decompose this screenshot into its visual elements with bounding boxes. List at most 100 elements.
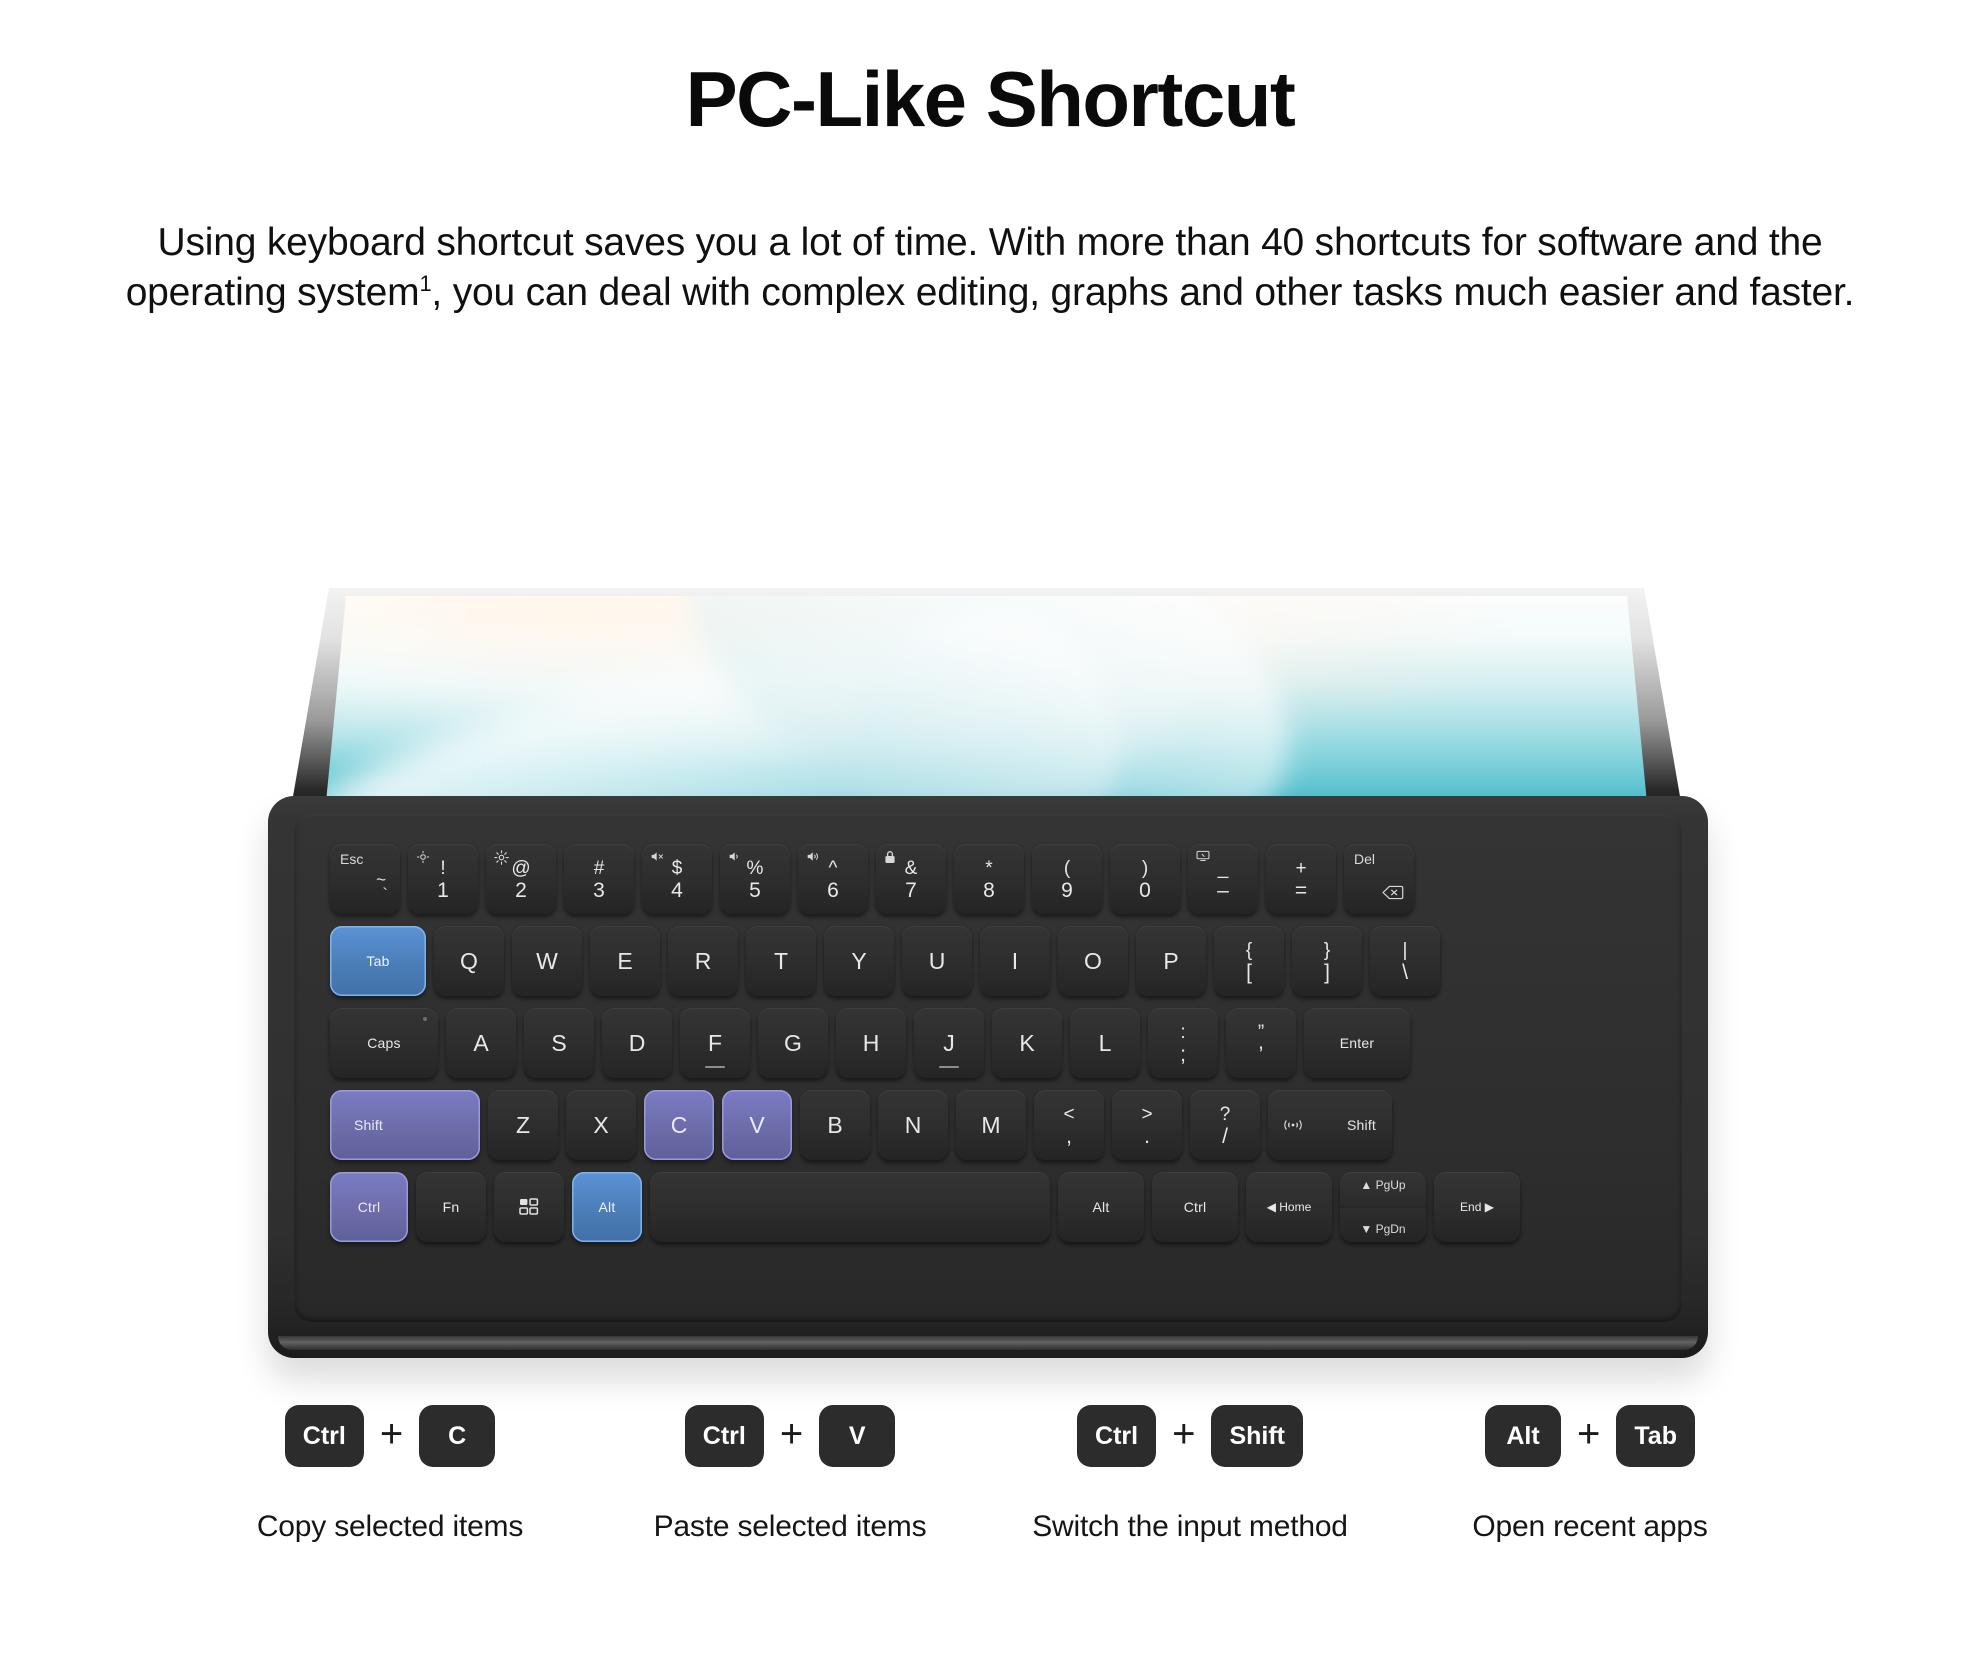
- key-w[interactable]: W: [512, 926, 582, 996]
- key-caps-lock[interactable]: Caps: [330, 1008, 438, 1078]
- legend-key-ctrl-copy[interactable]: Ctrl: [284, 1405, 364, 1467]
- key-2[interactable]: @ 2: [486, 844, 556, 914]
- keyboard-row-home: Caps A S D F G H J K L: ; ” ’ Enter: [330, 1008, 1410, 1078]
- keyboard-row-function: Esc ~ ` ! 1 @ 2 # 3 $ 4 % 5 ^ 6 & 7 * 8 …: [330, 844, 1414, 914]
- key-fn[interactable]: Fn: [416, 1172, 486, 1242]
- key-8[interactable]: * 8: [954, 844, 1024, 914]
- key-space[interactable]: [650, 1172, 1050, 1242]
- key-t-label: T: [773, 947, 789, 974]
- keyboard-deck: Esc ~ ` ! 1 @ 2 # 3 $ 4 % 5 ^ 6 & 7 * 8 …: [294, 814, 1682, 1322]
- legend-key-v[interactable]: V: [819, 1405, 896, 1467]
- key-minus[interactable]: _ –: [1188, 844, 1258, 914]
- key-v[interactable]: V: [722, 1090, 792, 1160]
- key-q[interactable]: Q: [434, 926, 504, 996]
- legend-combo-recent-apps: Alt + Tab: [1485, 1398, 1695, 1474]
- key-4[interactable]: $ 4: [642, 844, 712, 914]
- key-v-label: V: [749, 1111, 765, 1138]
- plus-icon: +: [1172, 1412, 1196, 1456]
- key-apps[interactable]: [494, 1172, 564, 1242]
- key-n[interactable]: N: [878, 1090, 948, 1160]
- key-p[interactable]: P: [1136, 926, 1206, 996]
- app-grid-icon: [518, 1196, 540, 1218]
- key-bracket-right[interactable]: } ]: [1292, 926, 1362, 996]
- key-period[interactable]: > .: [1112, 1090, 1182, 1160]
- key-t[interactable]: T: [746, 926, 816, 996]
- key-g[interactable]: G: [758, 1008, 828, 1078]
- legend-key-shift[interactable]: Shift: [1211, 1405, 1303, 1467]
- key-f[interactable]: F: [680, 1008, 750, 1078]
- key-page-up-down[interactable]: ▲ PgUp ▼ PgDn: [1340, 1172, 1426, 1242]
- key-alt-left[interactable]: Alt: [572, 1172, 642, 1242]
- key-7[interactable]: & 7: [876, 844, 946, 914]
- key-r[interactable]: R: [668, 926, 738, 996]
- key-ctrl-right[interactable]: Ctrl: [1152, 1172, 1238, 1242]
- legend-key-ctrl-paste[interactable]: Ctrl: [684, 1405, 764, 1467]
- key-5[interactable]: % 5: [720, 844, 790, 914]
- key-equal[interactable]: + =: [1266, 844, 1336, 914]
- legend-key-tab[interactable]: Tab: [1616, 1405, 1695, 1467]
- key-slash-shift: ?: [1219, 1103, 1231, 1125]
- key-a-label: A: [473, 1029, 489, 1056]
- key-semicolon[interactable]: : ;: [1148, 1008, 1218, 1078]
- key-y[interactable]: Y: [824, 926, 894, 996]
- key-esc[interactable]: Esc ~ `: [330, 844, 400, 914]
- key-3[interactable]: # 3: [564, 844, 634, 914]
- key-alt-right[interactable]: Alt: [1058, 1172, 1144, 1242]
- key-o[interactable]: O: [1058, 926, 1128, 996]
- key-z[interactable]: Z: [488, 1090, 558, 1160]
- key-x[interactable]: X: [566, 1090, 636, 1160]
- key-u[interactable]: U: [902, 926, 972, 996]
- key-e[interactable]: E: [590, 926, 660, 996]
- key-k-label: K: [1019, 1029, 1035, 1056]
- key-6[interactable]: ^ 6: [798, 844, 868, 914]
- key-k[interactable]: K: [992, 1008, 1062, 1078]
- key-b[interactable]: B: [800, 1090, 870, 1160]
- key-end-label: End ▶: [1460, 1200, 1494, 1214]
- keyboard-row-modifier: Ctrl Fn Alt Alt Ctrl ◀ Home ▲ PgUp ▼ PgD…: [330, 1172, 1520, 1242]
- key-quote[interactable]: ” ’: [1226, 1008, 1296, 1078]
- key-tab-label: Tab: [366, 953, 390, 969]
- shortcut-legend: Ctrl + C Copy selected items Ctrl + V Pa…: [0, 1398, 1980, 1544]
- legend-combo-paste: Ctrl + V: [684, 1398, 896, 1474]
- key-0-base: 0: [1139, 878, 1151, 902]
- key-page-up-label: ▲ PgUp: [1360, 1178, 1406, 1192]
- key-7-base: 7: [905, 878, 917, 902]
- key-end[interactable]: End ▶: [1434, 1172, 1520, 1242]
- keyboard-row-qwerty: Tab Q W E R T Y U I O P { [}] | \: [330, 926, 1440, 996]
- key-a[interactable]: A: [446, 1008, 516, 1078]
- key-fn-label: Fn: [442, 1199, 460, 1215]
- key-enter[interactable]: Enter: [1304, 1008, 1410, 1078]
- key-0[interactable]: ) 0: [1110, 844, 1180, 914]
- key-backspace[interactable]: Del: [1344, 844, 1414, 914]
- key-ctrl-right-label: Ctrl: [1183, 1199, 1207, 1215]
- key-c[interactable]: C: [644, 1090, 714, 1160]
- key-comma[interactable]: < ,: [1034, 1090, 1104, 1160]
- legend-key-alt[interactable]: Alt: [1485, 1405, 1562, 1467]
- key-bracket-right-base: ]: [1324, 960, 1330, 984]
- key-backslash[interactable]: | \: [1370, 926, 1440, 996]
- key-y-label: Y: [851, 947, 867, 974]
- key-tab[interactable]: Tab: [330, 926, 426, 996]
- key-d[interactable]: D: [602, 1008, 672, 1078]
- legend-key-ctrl-switch[interactable]: Ctrl: [1077, 1405, 1157, 1467]
- legend-key-c[interactable]: C: [419, 1405, 496, 1467]
- key-home-label: ◀ Home: [1266, 1200, 1312, 1214]
- key-d-label: D: [628, 1029, 646, 1056]
- key-m[interactable]: M: [956, 1090, 1026, 1160]
- key-i[interactable]: I: [980, 926, 1050, 996]
- key-s[interactable]: S: [524, 1008, 594, 1078]
- brightness-down-icon: [416, 850, 430, 864]
- key-shift-right[interactable]: Shift: [1268, 1090, 1392, 1160]
- key-h[interactable]: H: [836, 1008, 906, 1078]
- key-j[interactable]: J: [914, 1008, 984, 1078]
- key-1[interactable]: ! 1: [408, 844, 478, 914]
- key-9[interactable]: ( 9: [1032, 844, 1102, 914]
- key-shift-left[interactable]: Shift: [330, 1090, 480, 1160]
- key-slash[interactable]: ? /: [1190, 1090, 1260, 1160]
- key-ctrl-left[interactable]: Ctrl: [330, 1172, 408, 1242]
- key-9-shift: (: [1063, 857, 1071, 879]
- key-l[interactable]: L: [1070, 1008, 1140, 1078]
- key-home[interactable]: ◀ Home: [1246, 1172, 1332, 1242]
- key-6-shift: ^: [828, 857, 838, 879]
- key-bracket-left[interactable]: { [: [1214, 926, 1284, 996]
